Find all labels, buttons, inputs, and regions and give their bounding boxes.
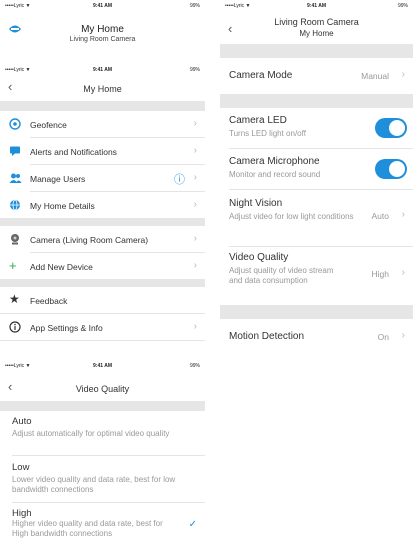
chevron-right-icon: ›	[193, 260, 197, 271]
star-icon: ★	[9, 292, 20, 306]
menu-item-label: Geofence	[30, 120, 67, 130]
camera-led-label: Camera LED	[229, 115, 287, 126]
menu-item-label: Feedback	[30, 296, 68, 306]
info-icon	[9, 321, 21, 333]
chevron-right-icon: ›	[193, 233, 197, 244]
users-icon	[9, 173, 22, 183]
video-quality-desc: Adjust quality of video stream and data …	[229, 266, 334, 285]
section-separator	[220, 94, 413, 108]
menu-item-label: Add New Device	[30, 262, 93, 272]
option-desc: Adjust automatically for optimal video q…	[12, 429, 170, 438]
chevron-right-icon: ›	[193, 172, 197, 183]
section-separator	[220, 305, 413, 319]
chevron-right-icon: ›	[193, 199, 197, 210]
toggle-knob	[389, 161, 405, 177]
night-vision-desc: Adjust video for low light conditions	[229, 212, 354, 221]
night-vision-label: Night Vision	[229, 198, 283, 209]
camera-microphone-toggle[interactable]	[375, 159, 407, 179]
menu-item-label: Alerts and Notifications	[30, 147, 117, 157]
camera-mode-value: Manual	[361, 71, 389, 81]
section-separator	[0, 101, 205, 111]
option-desc: Lower video quality and data rate, best …	[12, 475, 176, 494]
nav-title: Video Quality	[75, 384, 130, 394]
chevron-right-icon: ›	[401, 209, 405, 220]
option-title: High	[12, 508, 32, 519]
menu-item-home-details[interactable]: My Home Details ›	[0, 192, 205, 218]
nav-subtitle: My Home	[299, 29, 334, 38]
section-separator	[0, 279, 205, 287]
battery-text: 99%	[189, 363, 200, 369]
camera-led-row: Camera LED Turns LED light on/off	[220, 108, 413, 148]
quality-option-high[interactable]: High Higher video quality and data rate,…	[0, 503, 205, 550]
toggle-knob	[389, 120, 405, 136]
battery-text: 99%	[397, 3, 408, 9]
time-text: 9:41 AM	[93, 67, 112, 73]
time-text: 9:41 AM	[307, 3, 326, 9]
video-quality-row[interactable]: Video Quality Adjust quality of video st…	[220, 247, 413, 305]
option-title: Low	[12, 462, 30, 473]
night-vision-row[interactable]: Night Vision Adjust video for low light …	[220, 190, 413, 246]
chevron-right-icon: ›	[401, 267, 405, 278]
menu-item-add-device[interactable]: + Add New Device ›	[0, 253, 205, 279]
option-desc: Higher video quality and data rate, best…	[12, 519, 163, 538]
menu-item-feedback[interactable]: ★ Feedback	[0, 287, 205, 313]
nav-title: Living Room Camera	[274, 17, 359, 27]
time-text: 9:41 AM	[93, 363, 112, 369]
page-subtitle: Living Room Camera	[69, 36, 136, 43]
globe-icon	[10, 199, 20, 211]
video-quality-value: High	[371, 269, 389, 279]
camera-microphone-row: Camera Microphone Monitor and record sou…	[220, 149, 413, 189]
chevron-right-icon: ›	[401, 330, 405, 341]
divider	[0, 340, 205, 341]
chevron-right-icon: ›	[193, 118, 197, 129]
battery-text: 99%	[189, 3, 200, 9]
menu-item-label: Manage Users	[30, 174, 86, 184]
section-separator	[220, 44, 413, 58]
checkmark-icon: ✓	[188, 519, 197, 530]
status-bar: •••••Lyric ▼ 9:41 AM 99%	[0, 360, 205, 372]
mini-header-panel: •••••Lyric ▼ 9:41 AM 99% My Home Living …	[0, 0, 205, 56]
page-title: My Home	[81, 24, 124, 35]
menu-item-app-settings[interactable]: App Settings & Info ›	[0, 314, 205, 340]
status-bar: •••••Lyric ▼ 9:41 AM 99%	[220, 0, 413, 12]
video-quality-label: Video Quality	[229, 252, 289, 263]
camera-settings-panel: •••••Lyric ▼ 9:41 AM 99% ‹ Living Room C…	[220, 0, 413, 350]
my-home-panel: •••••Lyric ▼ 9:41 AM 99% ‹ My Home Geofe…	[0, 64, 205, 347]
time-text: 9:41 AM	[93, 3, 112, 9]
menu-item-camera[interactable]: Camera (Living Room Camera) ›	[0, 226, 205, 252]
menu-item-geofence[interactable]: Geofence ›	[0, 111, 205, 137]
chevron-right-icon: ›	[401, 69, 405, 80]
chevron-right-icon: ›	[193, 145, 197, 156]
nav-title: My Home	[83, 84, 122, 94]
menu-item-label: My Home Details	[30, 201, 95, 211]
motion-detection-row[interactable]: Motion Detection On ›	[220, 319, 413, 349]
option-title: Auto	[12, 416, 32, 427]
camera-icon	[11, 234, 19, 245]
quality-option-auto[interactable]: Auto Adjust automatically for optimal vi…	[0, 411, 205, 455]
geofence-icon	[9, 118, 21, 130]
camera-led-toggle[interactable]	[375, 118, 407, 138]
status-bar: •••••Lyric ▼ 9:41 AM 99%	[0, 0, 205, 12]
menu-item-label: Camera (Living Room Camera)	[30, 235, 149, 245]
video-quality-panel: •••••Lyric ▼ 9:41 AM 99% ‹ Video Quality…	[0, 360, 205, 550]
camera-microphone-label: Camera Microphone	[229, 156, 320, 167]
motion-detection-label: Motion Detection	[229, 331, 305, 342]
info-badge-icon[interactable]: ⓘ	[174, 171, 185, 187]
menu-item-manage-users[interactable]: Manage Users ⓘ ›	[0, 165, 205, 191]
status-bar: •••••Lyric ▼ 9:41 AM 99%	[0, 64, 205, 76]
menu-item-alerts[interactable]: Alerts and Notifications ›	[0, 138, 205, 164]
night-vision-value: Auto	[371, 211, 390, 221]
menu-item-label: App Settings & Info	[30, 323, 103, 333]
camera-mode-label: Camera Mode	[229, 70, 293, 81]
quality-option-low[interactable]: Low Lower video quality and data rate, b…	[0, 456, 205, 502]
chevron-right-icon: ›	[193, 321, 197, 332]
section-separator	[0, 401, 205, 411]
camera-mode-row[interactable]: Camera Mode Manual ›	[220, 58, 413, 94]
battery-text: 99%	[189, 67, 200, 73]
motion-detection-value: On	[377, 332, 389, 342]
alerts-icon	[10, 146, 20, 156]
section-separator	[0, 218, 205, 226]
plus-icon: +	[9, 258, 17, 273]
